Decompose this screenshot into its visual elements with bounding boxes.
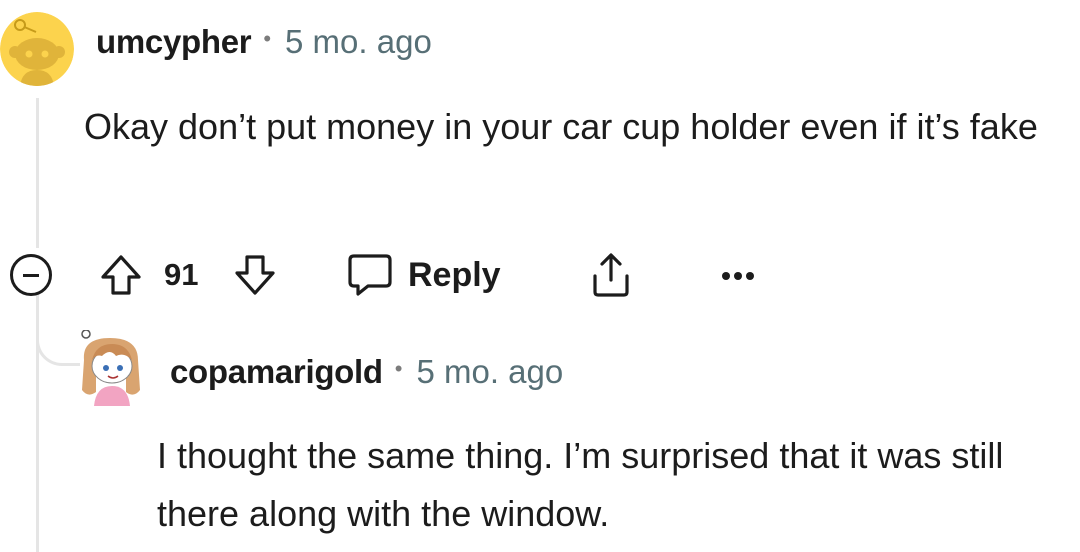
downvote-arrow-icon — [235, 255, 275, 295]
timestamp[interactable]: 5 mo. ago — [285, 23, 432, 61]
comment-bubble-icon — [348, 254, 392, 296]
reply-label: Reply — [408, 255, 501, 294]
reply-button[interactable]: Reply — [346, 248, 516, 302]
upvote-button[interactable] — [96, 250, 146, 300]
reply-thread-connector — [36, 300, 80, 366]
upvote-arrow-icon — [101, 255, 141, 295]
share-icon — [593, 253, 629, 297]
share-button[interactable] — [584, 248, 638, 302]
timestamp[interactable]: 5 mo. ago — [416, 353, 563, 391]
comment-header: umcypher • 5 mo. ago — [96, 20, 432, 64]
comment-text: Okay don’t put money in your car cup hol… — [84, 106, 1038, 147]
comment-action-bar: 91 Reply — [0, 246, 1080, 304]
reply-avatar[interactable] — [76, 329, 148, 406]
vote-count: 91 — [164, 257, 199, 292]
collapse-thread-button[interactable] — [10, 254, 52, 296]
more-options-icon — [722, 272, 754, 280]
thread-line[interactable] — [36, 98, 39, 248]
username-link[interactable]: copamarigold — [170, 353, 383, 391]
reply-comment-text: I thought the same thing. I’m surprised … — [157, 435, 1004, 534]
avatar[interactable] — [0, 12, 74, 86]
separator-dot: • — [394, 356, 403, 381]
thread-line-lower[interactable] — [36, 292, 39, 552]
snoo-avatar-icon — [0, 12, 74, 86]
separator-dot: • — [263, 26, 272, 51]
downvote-button[interactable] — [230, 250, 280, 300]
username-link[interactable]: umcypher — [96, 23, 252, 61]
collapse-icon — [23, 273, 39, 277]
custom-snoo-avatar-icon — [81, 329, 140, 406]
reply-comment-header: copamarigold • 5 mo. ago — [170, 350, 563, 394]
more-options-button[interactable] — [716, 254, 760, 298]
